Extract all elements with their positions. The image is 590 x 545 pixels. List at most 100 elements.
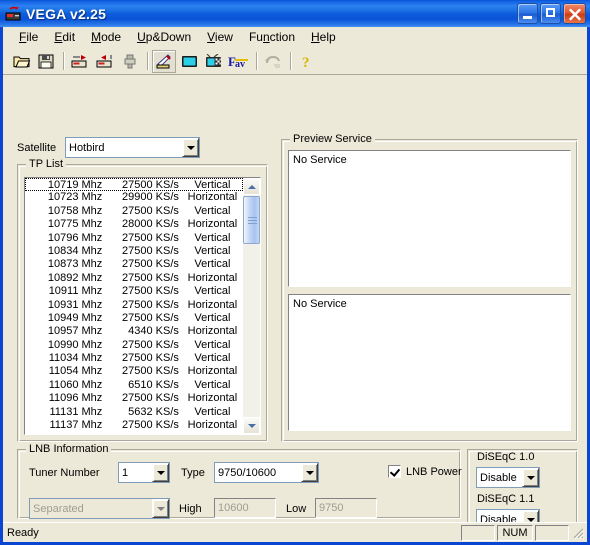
tp-frequency: 10892 Mhz (47, 271, 103, 284)
lnb-power-checkbox[interactable]: LNB Power (388, 465, 462, 478)
tp-frequency: 10873 Mhz (47, 258, 103, 271)
chevron-down-icon[interactable] (301, 463, 318, 482)
tp-symbol-rate: 27500 KS/s (122, 392, 179, 405)
resize-grip-icon[interactable] (571, 526, 585, 540)
minimize-button[interactable] (517, 3, 538, 24)
tp-polarization: Vertical (194, 204, 231, 217)
low-frequency-field[interactable]: 9750 (315, 498, 377, 518)
lnb-mode-combo[interactable]: Separated (29, 498, 170, 519)
maximize-button[interactable] (540, 3, 561, 24)
tp-polarization: Vertical (194, 179, 231, 191)
chevron-down-icon[interactable] (152, 463, 169, 482)
satellite-combo[interactable]: Hotbird (65, 137, 200, 158)
low-label: Low (286, 503, 307, 515)
application-window: VEGA v2.25 File Edit Mode Up&Down View F… (0, 0, 590, 545)
tp-list-row[interactable]: 11096 Mhz 27500 KS/s Horizontal (25, 392, 243, 405)
preview-service-top-list[interactable]: No Service (288, 150, 571, 287)
help-icon[interactable]: ? (295, 50, 319, 73)
satellite-label: Satellite (17, 142, 57, 154)
tuner-number-label: Tuner Number (29, 467, 100, 479)
tp-polarization: Vertical (194, 285, 231, 298)
upload-to-receiver-icon[interactable] (68, 50, 92, 73)
lnb-power-label: LNB Power (406, 465, 462, 478)
diseqc-10-combo[interactable]: Disable (476, 467, 540, 488)
tp-list-row[interactable]: 11054 Mhz 27500 KS/s Horizontal (25, 365, 243, 378)
preview-service-bottom-list[interactable]: No Service (288, 294, 571, 431)
menu-up-and-down[interactable]: Up&Down (129, 29, 199, 45)
menu-edit[interactable]: Edit (46, 29, 83, 45)
status-bar: Ready NUM (3, 522, 587, 542)
tp-frequency: 11034 Mhz (48, 352, 103, 365)
tp-list-row[interactable]: 11137 Mhz 27500 KS/s Horizontal (25, 419, 243, 432)
scroll-down-icon[interactable] (243, 417, 260, 434)
undo-icon[interactable] (261, 50, 285, 73)
tp-frequency: 10723 Mhz (47, 191, 103, 204)
tp-list-row[interactable]: 10758 Mhz 27500 KS/s Vertical (25, 205, 243, 218)
tp-symbol-rate: 5632 KS/s (128, 405, 179, 418)
toolbar-separator (256, 52, 257, 70)
tp-list-row[interactable]: 10719 Mhz 27500 KS/s Vertical (25, 178, 243, 192)
tp-polarization: Horizontal (187, 392, 238, 405)
tp-list-row[interactable]: 10834 Mhz 27500 KS/s Vertical (25, 245, 243, 258)
chevron-down-icon[interactable] (522, 468, 539, 487)
title-bar[interactable]: VEGA v2.25 (0, 0, 590, 27)
tp-list-row[interactable]: 11131 Mhz 5632 KS/s Vertical (25, 406, 243, 419)
close-button[interactable] (563, 3, 586, 24)
save-icon[interactable] (34, 50, 58, 73)
chevron-down-icon[interactable] (182, 138, 199, 157)
high-frequency-field[interactable]: 10600 (214, 498, 276, 518)
fav-icon[interactable]: F av (227, 50, 251, 73)
satellite-dish-icon[interactable] (152, 49, 176, 73)
chevron-down-icon[interactable] (152, 499, 169, 518)
tp-frequency: 10931 Mhz (47, 298, 103, 311)
tv-monitor-icon[interactable] (177, 50, 201, 73)
toolbar-separator (147, 52, 148, 70)
client-area: File Edit Mode Up&Down View Function Hel… (3, 27, 587, 542)
tp-list-row[interactable]: 10911 Mhz 27500 KS/s Vertical (25, 285, 243, 298)
menu-function[interactable]: Function (241, 29, 303, 45)
lnb-type-combo[interactable]: 9750/10600 (214, 462, 319, 483)
menu-help[interactable]: Help (303, 29, 344, 45)
tv-antenna-icon[interactable] (202, 50, 226, 73)
tp-list[interactable]: 10719 Mhz 27500 KS/s Vertical 10723 Mhz 2990… (24, 177, 261, 435)
tp-list-row[interactable]: 11034 Mhz 27500 KS/s Vertical (25, 352, 243, 365)
tp-list-row[interactable]: 10723 Mhz 29900 KS/s Horizontal (25, 191, 243, 204)
tp-list-row[interactable]: 10990 Mhz 27500 KS/s Vertical (25, 339, 243, 352)
tp-list-row[interactable]: 10796 Mhz 27500 KS/s Vertical (25, 232, 243, 245)
menu-view[interactable]: View (199, 29, 241, 45)
download-from-receiver-icon[interactable] (93, 50, 117, 73)
tp-list-rows[interactable]: 10719 Mhz 27500 KS/s Vertical 10723 Mhz 2990… (25, 178, 243, 434)
status-pane-num: NUM (497, 524, 533, 541)
tp-symbol-rate: 27500 KS/s (122, 258, 179, 271)
tp-list-title: TP List (26, 158, 67, 170)
tp-symbol-rate: 27500 KS/s (122, 311, 179, 324)
tp-polarization: Vertical (194, 258, 231, 271)
menu-file[interactable]: File (11, 29, 46, 45)
tp-list-row[interactable]: 10957 Mhz 4340 KS/s Horizontal (25, 325, 243, 338)
tp-list-row[interactable]: 10892 Mhz 27500 KS/s Horizontal (25, 272, 243, 285)
tp-symbol-rate: 27500 KS/s (122, 179, 179, 191)
tp-polarization: Horizontal (187, 325, 238, 338)
window-title: VEGA v2.25 (26, 5, 107, 22)
tp-list-row[interactable]: 10931 Mhz 27500 KS/s Horizontal (25, 299, 243, 312)
tp-frequency: 11054 Mhz (48, 365, 103, 378)
tp-list-row[interactable]: 10949 Mhz 27500 KS/s Vertical (25, 312, 243, 325)
tp-polarization: Vertical (194, 405, 231, 418)
scrollbar-thumb[interactable] (243, 196, 260, 244)
tp-frequency: 11137 Mhz (49, 419, 103, 432)
tp-symbol-rate: 29900 KS/s (122, 191, 179, 204)
tuner-number-combo[interactable]: 1 (118, 462, 170, 483)
tp-list-scrollbar[interactable] (243, 178, 260, 434)
tp-list-row[interactable]: 10775 Mhz 28000 KS/s Horizontal (25, 218, 243, 231)
tp-symbol-rate: 27500 KS/s (122, 271, 179, 284)
tp-frequency: 10957 Mhz (47, 325, 103, 338)
menu-mode[interactable]: Mode (83, 29, 129, 45)
receiver-connect-icon[interactable] (118, 50, 142, 73)
preview-top-text: No Service (293, 154, 347, 166)
high-frequency-value: 10600 (218, 502, 249, 514)
scroll-up-icon[interactable] (243, 178, 260, 195)
svg-text:?: ? (302, 55, 310, 69)
tp-list-row[interactable]: 11060 Mhz 6510 KS/s Vertical (25, 379, 243, 392)
tp-list-row[interactable]: 10873 Mhz 27500 KS/s Vertical (25, 258, 243, 271)
open-icon[interactable] (9, 50, 33, 73)
